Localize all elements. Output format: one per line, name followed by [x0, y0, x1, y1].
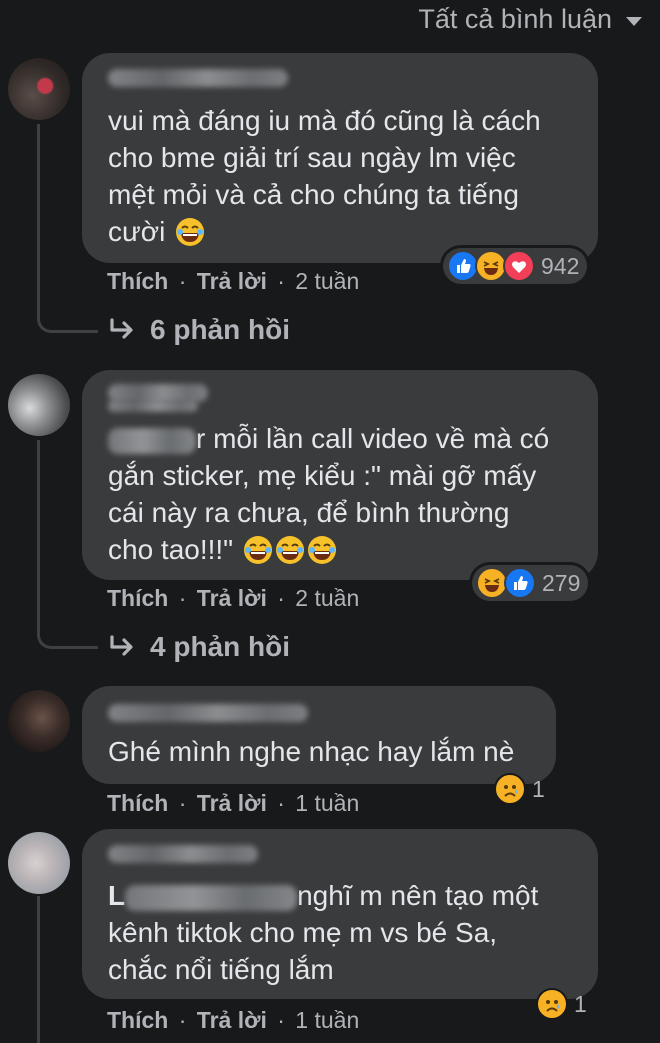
laughing-emoji-icon: [275, 536, 304, 564]
like-action[interactable]: Thích: [107, 268, 168, 294]
thread-connector: [37, 606, 98, 649]
comment-filter-dropdown[interactable]: Tất cả bình luận: [418, 4, 642, 35]
comment-text-line: r mỗi lần call video về mà có: [196, 423, 550, 454]
comment-text-line: cho bme giải trí sau ngày lm việc: [108, 142, 516, 173]
comment-text-line: mệt mỏi và cả cho chúng ta tiếng: [108, 179, 519, 210]
comment-text-line: kênh tiktok cho mẹ m vs bé Sa,: [108, 917, 498, 948]
avatar[interactable]: [8, 374, 70, 436]
reaction-count: 1: [574, 990, 587, 1017]
timestamp[interactable]: 1 tuần: [295, 1007, 359, 1033]
view-replies-link[interactable]: 4 phản hồi: [108, 631, 290, 663]
replies-count-label: 6 phản hồi: [150, 314, 290, 345]
laughing-emoji-icon: [243, 536, 272, 564]
love-icon: [503, 250, 535, 282]
reaction-summary[interactable]: 1: [490, 771, 553, 807]
comment-text-line: vui mà đáng iu mà đó cũng là cách: [108, 105, 541, 136]
thread-line: [37, 896, 40, 1043]
comment-text-line: gắn sticker, mẹ kiểu :" mài gỡ mấy: [108, 460, 537, 491]
thread-line: [37, 124, 40, 294]
comment-bubble: Ghé mình nghe nhạc hay lắm nè: [82, 686, 556, 784]
like-action[interactable]: Thích: [107, 585, 168, 611]
like-action[interactable]: Thích: [107, 790, 168, 816]
reaction-summary[interactable]: 279: [472, 565, 589, 601]
laughing-emoji-icon: [176, 218, 205, 246]
avatar[interactable]: [8, 690, 70, 752]
like-icon: [504, 567, 536, 599]
timestamp[interactable]: 1 tuần: [295, 790, 359, 816]
sad-icon: [536, 988, 568, 1020]
reply-action[interactable]: Trả lời: [197, 268, 267, 294]
sad-icon: [494, 773, 526, 805]
comment-actions: Thích · Trả lời · 2 tuần: [107, 585, 360, 611]
reaction-summary[interactable]: 1: [532, 986, 595, 1022]
blurred-mention: [108, 427, 196, 454]
timestamp[interactable]: 2 tuần: [295, 268, 359, 294]
comment-actions: Thích · Trả lời · 1 tuần: [107, 790, 360, 816]
comment-bubble: Lnghĩ m nên tạo một kênh tiktok cho mẹ m…: [82, 829, 598, 999]
blurred-author-name: [108, 704, 308, 722]
reply-arrow-icon: [110, 318, 133, 339]
caret-down-icon: [626, 17, 642, 26]
filter-label: Tất cả bình luận: [418, 4, 612, 34]
thread-connector: [37, 290, 98, 333]
thread-line: [37, 440, 40, 610]
view-replies-link[interactable]: 6 phản hồi: [108, 314, 290, 346]
comment-text-line: chắc nổi tiếng lắm: [108, 954, 334, 985]
reply-action[interactable]: Trả lời: [197, 1007, 267, 1033]
blurred-author-name: [108, 400, 198, 412]
reply-action[interactable]: Trả lời: [197, 790, 267, 816]
comment-text-line: cái này ra chưa, để bình thường: [108, 497, 510, 528]
timestamp[interactable]: 2 tuần: [295, 585, 359, 611]
avatar[interactable]: [8, 832, 70, 894]
reaction-count: 1: [532, 775, 545, 802]
blurred-mention: [125, 884, 298, 911]
reaction-count: 942: [541, 252, 580, 279]
comment-bubble: r mỗi lần call video về mà có gắn sticke…: [82, 370, 598, 580]
reply-arrow-icon: [110, 635, 133, 656]
reaction-count: 279: [542, 569, 581, 596]
comment-actions: Thích · Trả lời · 2 tuần: [107, 268, 360, 294]
comment-text-line: nghĩ m nên tạo một: [297, 880, 539, 911]
comment-actions: Thích · Trả lời · 1 tuần: [107, 1007, 360, 1033]
reply-action[interactable]: Trả lời: [197, 585, 267, 611]
reaction-summary[interactable]: 942: [443, 248, 588, 284]
like-action[interactable]: Thích: [107, 1007, 168, 1033]
comment-bubble: vui mà đáng iu mà đó cũng là cách cho bm…: [82, 53, 598, 263]
comment-text-line: cười: [108, 216, 166, 247]
mention-initial: L: [108, 880, 126, 911]
comment-text-line: Ghé mình nghe nhạc hay lắm nè: [108, 736, 515, 767]
avatar[interactable]: [8, 58, 70, 120]
blurred-author-name: [108, 69, 288, 87]
replies-count-label: 4 phản hồi: [150, 631, 290, 662]
laughing-emoji-icon: [307, 536, 336, 564]
comment-text-line: cho tao!!!": [108, 534, 234, 565]
blurred-author-name: [108, 845, 258, 863]
